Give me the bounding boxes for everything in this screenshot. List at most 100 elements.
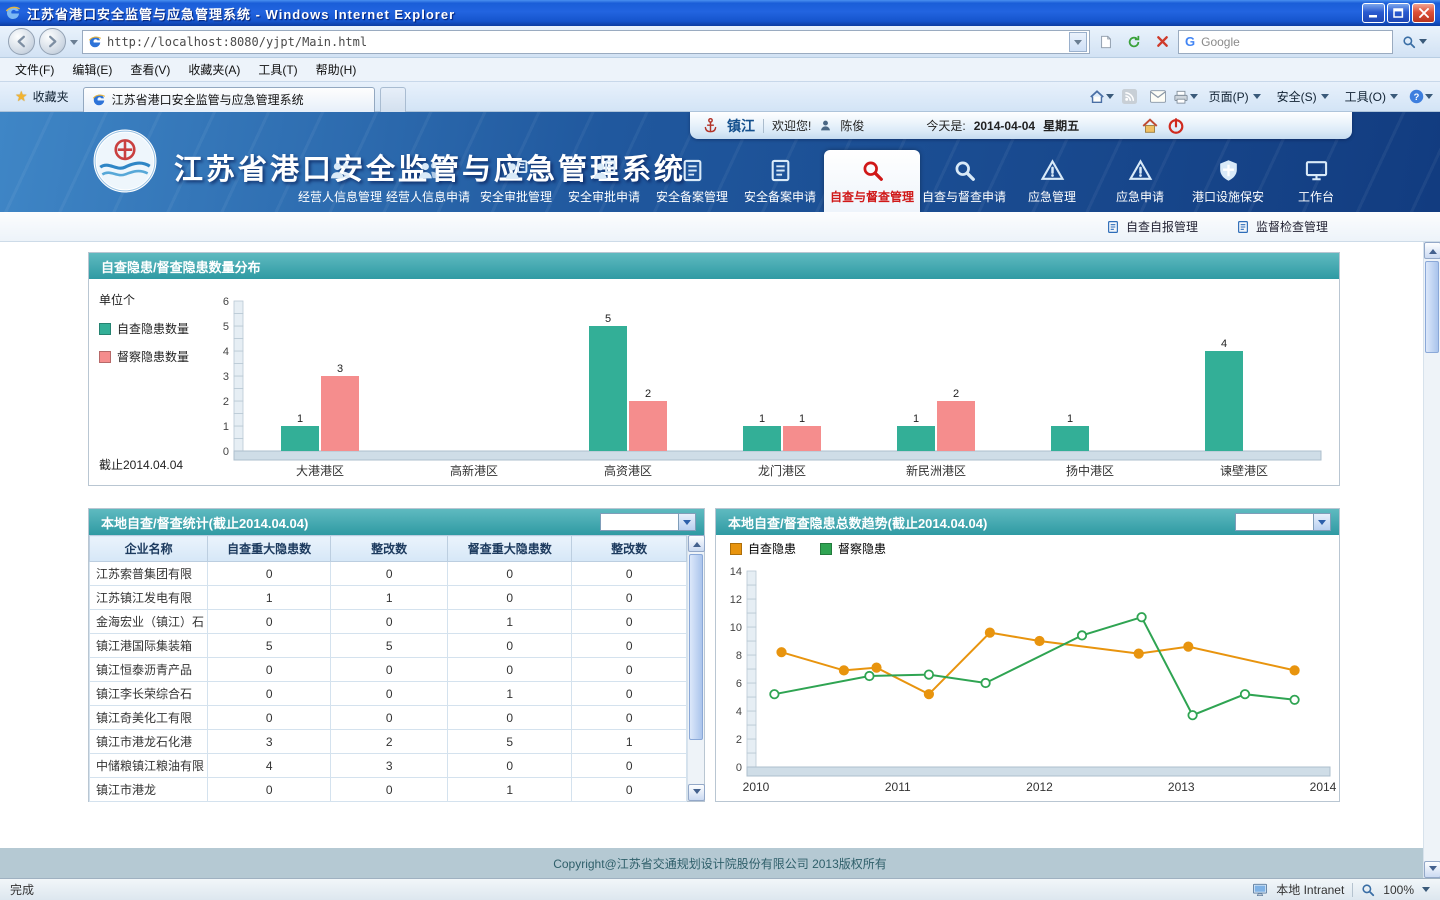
legend-label: 督察隐患数量: [117, 348, 189, 365]
rss-icon[interactable]: [1117, 86, 1143, 108]
value-cell: 0: [572, 610, 687, 634]
menu-item-1[interactable]: 文件(F): [6, 58, 63, 81]
chart-footnote: 截止2014.04.04: [99, 456, 209, 473]
line-filter-select[interactable]: [1235, 513, 1331, 531]
table-row[interactable]: 金海宏业（镇江）石0010: [90, 610, 687, 634]
tab-active[interactable]: 江苏省港口安全监管与应急管理系统: [83, 87, 375, 112]
data-point-marker: [1184, 642, 1192, 650]
x-axis-label: 谏壁港区: [1220, 463, 1268, 478]
legend-item: 自查隐患: [730, 540, 796, 557]
nav-item-9[interactable]: 应急管理: [1008, 154, 1096, 212]
minimize-button[interactable]: [1362, 3, 1385, 23]
data-point-marker: [1135, 649, 1143, 657]
address-bar[interactable]: http://localhost:8080/yjpt/Main.html: [82, 30, 1090, 54]
compatibility-view-button[interactable]: [1094, 30, 1118, 54]
scroll-thumb[interactable]: [689, 554, 703, 740]
chevron-down-icon: [1106, 94, 1114, 103]
menu-item-2[interactable]: 编辑(E): [63, 58, 121, 81]
menu-item-6[interactable]: 帮助(H): [307, 58, 366, 81]
nav-item-7[interactable]: 自查与督查管理: [824, 150, 920, 212]
window-title: 江苏省港口安全监管与应急管理系统 - Windows Internet Expl…: [27, 4, 1356, 23]
audit-icon: [592, 158, 617, 183]
sub-nav: 自查自报管理 监督检查管理: [0, 212, 1440, 242]
sub-nav-item-2[interactable]: 监督检查管理: [1236, 218, 1328, 235]
scroll-thumb[interactable]: [1425, 261, 1439, 353]
menu-item-4[interactable]: 收藏夹(A): [179, 58, 249, 81]
address-dropdown-button[interactable]: [1069, 32, 1087, 52]
table-row[interactable]: 镇江市港龙石化港3251: [90, 730, 687, 754]
favorites-button[interactable]: ★ 收藏夹: [6, 85, 78, 108]
nav-item-10[interactable]: 应急申请: [1096, 154, 1184, 212]
company-name-cell: 镇江市港龙石化港: [90, 730, 208, 754]
value-cell: 3: [208, 730, 331, 754]
table-row[interactable]: 镇江奇美化工有限0000: [90, 706, 687, 730]
stop-button[interactable]: [1150, 30, 1174, 54]
value-cell: 1: [331, 586, 448, 610]
chevron-down-icon[interactable]: [678, 514, 695, 530]
home-icon[interactable]: [1141, 117, 1159, 135]
nav-item-label: 经营人信息申请: [386, 188, 470, 205]
page-scrollbar[interactable]: [1423, 242, 1440, 878]
table-filter-select[interactable]: [600, 513, 696, 531]
value-cell: 0: [331, 706, 448, 730]
menu-item-5[interactable]: 工具(T): [249, 58, 306, 81]
nav-item-2[interactable]: 经营人信息申请: [384, 154, 472, 212]
nav-item-1[interactable]: 经营人信息管理: [296, 154, 384, 212]
scroll-down-button[interactable]: [688, 784, 705, 801]
scroll-up-button[interactable]: [1424, 242, 1440, 259]
nav-item-3[interactable]: 安全审批管理: [472, 154, 560, 212]
chevron-down-icon[interactable]: [1313, 514, 1330, 530]
bar-value-label: 1: [759, 413, 765, 425]
data-point-marker: [1290, 666, 1298, 674]
table-row[interactable]: 江苏镇江发电有限1100: [90, 586, 687, 610]
refresh-button[interactable]: [1122, 30, 1146, 54]
maximize-button[interactable]: [1387, 3, 1410, 23]
email-icon[interactable]: [1145, 86, 1171, 108]
table-col-header-1: 企业名称: [90, 536, 208, 562]
security-zone: 本地 Intranet: [1276, 881, 1344, 898]
toolbar-text-buttons: 页面(P)安全(S)工具(O): [1201, 85, 1406, 108]
nav-item-6[interactable]: 安全备案申请: [736, 154, 824, 212]
sub-nav-item-1[interactable]: 自查自报管理: [1106, 218, 1198, 235]
nav-item-12[interactable]: 工作台: [1272, 154, 1360, 212]
tools-button[interactable]: 工具(O): [1337, 85, 1406, 108]
user-name[interactable]: 陈俊: [840, 117, 864, 134]
help-icon[interactable]: ?: [1408, 86, 1434, 108]
table-row[interactable]: 镇江港国际集装箱5500: [90, 634, 687, 658]
address-toolbar: http://localhost:8080/yjpt/Main.html G G…: [0, 26, 1440, 58]
value-cell: 0: [208, 778, 331, 802]
logout-power-icon[interactable]: [1167, 117, 1185, 135]
chevron-down-icon[interactable]: [1422, 887, 1430, 896]
page-footer: Copyright@江苏省交通规划设计院股份有限公司 2013版权所有: [0, 848, 1440, 878]
table-row[interactable]: 中储粮镇江粮油有限4300: [90, 754, 687, 778]
x-axis-label: 2014: [1310, 780, 1337, 794]
svg-text:6: 6: [223, 296, 229, 308]
menu-item-3[interactable]: 查看(V): [121, 58, 179, 81]
home-toolbar-icon[interactable]: [1089, 86, 1115, 108]
history-dropdown-icon[interactable]: [70, 40, 78, 49]
forward-button[interactable]: [39, 28, 66, 55]
close-button[interactable]: [1412, 3, 1435, 23]
back-button[interactable]: [8, 28, 35, 55]
line-series: [774, 617, 1294, 715]
new-tab-button[interactable]: [380, 87, 406, 112]
scroll-down-button[interactable]: [1424, 861, 1440, 878]
table-row[interactable]: 镇江李长荣综合石0010: [90, 682, 687, 706]
search-box[interactable]: G Google: [1178, 30, 1393, 54]
table-row[interactable]: 江苏索普集团有限0000: [90, 562, 687, 586]
nav-item-4[interactable]: 安全审批申请: [560, 154, 648, 212]
svg-text:6: 6: [736, 678, 742, 690]
table-scrollbar[interactable]: [687, 535, 704, 801]
table-row[interactable]: 镇江恒泰沥青产品0000: [90, 658, 687, 682]
tab-ie-icon: [92, 93, 106, 107]
nav-item-8[interactable]: 自查与督查申请: [920, 154, 1008, 212]
page-button[interactable]: 页面(P): [1201, 85, 1269, 108]
print-icon[interactable]: [1173, 86, 1199, 108]
table-row[interactable]: 镇江市港龙0010: [90, 778, 687, 802]
safety-button[interactable]: 安全(S): [1269, 85, 1337, 108]
scroll-up-button[interactable]: [688, 535, 705, 552]
nav-item-5[interactable]: 安全备案管理: [648, 154, 736, 212]
nav-item-11[interactable]: 港口设施保安: [1184, 154, 1272, 212]
search-button[interactable]: [1397, 35, 1432, 49]
zoom-level[interactable]: 100%: [1383, 883, 1414, 897]
